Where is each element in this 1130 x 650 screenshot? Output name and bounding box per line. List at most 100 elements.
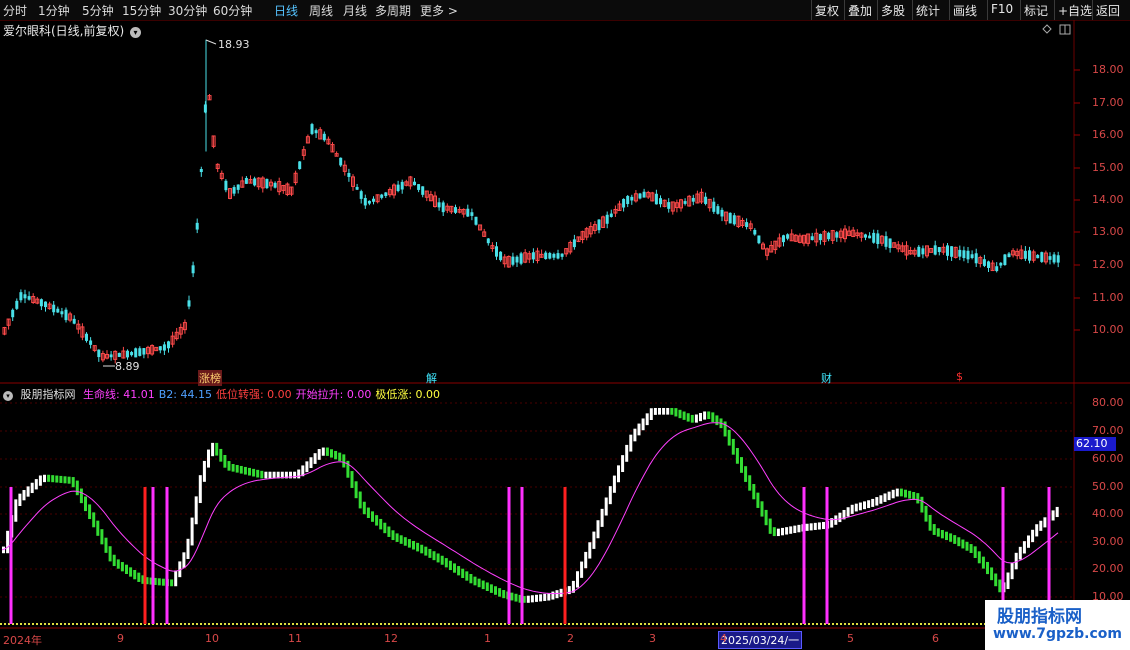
candle (990, 260, 995, 272)
candle (146, 345, 150, 359)
indicator-bar (805, 523, 809, 531)
indicator-bar (366, 507, 370, 519)
candle (838, 228, 843, 243)
indicator-bar (530, 595, 534, 603)
signal-bar (9, 487, 13, 624)
candle (691, 194, 695, 206)
candle (724, 211, 729, 225)
signal-bar (563, 487, 567, 624)
candle (293, 170, 298, 186)
candle (896, 241, 901, 253)
candle (256, 177, 261, 190)
candle (941, 243, 946, 255)
candle (789, 229, 794, 242)
date-label: 12 (384, 632, 398, 645)
dropdown-icon[interactable]: ▾ (130, 27, 142, 38)
candle (441, 200, 445, 216)
candle (622, 198, 626, 212)
watermark-title: 股朋指标网 (997, 607, 1082, 627)
candle (1036, 254, 1040, 259)
indicator-settings-icon[interactable]: ▾ (3, 391, 13, 401)
indicator-bar (22, 490, 26, 501)
candle (900, 242, 905, 253)
indicator-bar (338, 452, 342, 462)
indicator-bar (252, 468, 256, 477)
indicator-bar (764, 509, 768, 526)
lifeline-series (1, 422, 1059, 595)
candle (872, 229, 876, 244)
indicator-bar (387, 526, 391, 537)
indicator-bar (686, 413, 690, 422)
indicator-bar (617, 465, 620, 483)
candle (552, 252, 556, 261)
indicator-bar (1022, 541, 1026, 554)
candle (351, 174, 355, 191)
candle (683, 198, 687, 206)
indicator-bar (157, 578, 161, 586)
indicator-bar (161, 578, 165, 586)
candle (449, 205, 454, 214)
price-axis-label: 10.00 (1092, 323, 1124, 336)
candle (716, 203, 720, 215)
indicator-bar (584, 551, 588, 569)
candle (244, 176, 248, 185)
indicator-bar (313, 453, 317, 464)
candle (745, 218, 749, 230)
indicator-bar (325, 447, 329, 456)
indicator-bar (629, 434, 633, 452)
candle (158, 346, 162, 354)
candle (253, 176, 257, 187)
candle (15, 298, 19, 310)
indicator-bar (776, 528, 780, 537)
indicator-bar (1027, 535, 1030, 548)
candle (937, 246, 941, 256)
candle (912, 247, 917, 257)
indicator-bar (317, 449, 321, 460)
indicator-value-3: 开始拉升: 0.00 (295, 388, 372, 401)
indicator-bar (481, 580, 485, 590)
indicator-bar (744, 466, 748, 482)
candle (486, 238, 490, 246)
candle (978, 255, 983, 268)
indicator-bar (375, 515, 379, 526)
indicator-bar (576, 571, 579, 588)
indicator-name[interactable]: 股朋指标网 (21, 388, 76, 401)
indicator-bar (748, 475, 752, 491)
candle (314, 128, 318, 138)
candle (904, 241, 909, 260)
candle (970, 250, 974, 260)
candle (908, 246, 913, 255)
indicator-bar (243, 466, 247, 475)
candle (782, 234, 785, 247)
indicator-bar (428, 548, 432, 558)
indicator-bar (924, 505, 928, 522)
indicator-bar (71, 477, 75, 488)
indicator-bar (936, 528, 940, 537)
indicator-bar (653, 407, 657, 415)
indicator-bar (129, 567, 133, 577)
candle (720, 207, 724, 222)
indicator-bar (752, 484, 756, 500)
price-axis-label: 13.00 (1092, 225, 1124, 238)
candle (654, 189, 658, 205)
candle (285, 182, 290, 197)
indicator-bar (580, 561, 584, 578)
indicator-bar (170, 579, 174, 587)
stock-title[interactable]: 爱尔眼科(日线,前复权) ▾ (3, 22, 142, 39)
indicator-bar (781, 527, 784, 536)
candle (765, 247, 770, 261)
indicator-bar (994, 573, 998, 587)
candle (576, 236, 581, 243)
candle (962, 246, 966, 262)
candle (827, 231, 831, 242)
indicator-bar (293, 471, 297, 479)
candle (933, 240, 937, 256)
candle (642, 188, 646, 198)
signal-bar (825, 487, 829, 624)
candle (445, 203, 450, 214)
date-cursor: 2025/03/24/一 (718, 631, 803, 649)
candle (753, 228, 757, 236)
indicator-bar (239, 465, 243, 474)
indicator-bar (965, 541, 969, 551)
indicator-bar (592, 531, 596, 549)
